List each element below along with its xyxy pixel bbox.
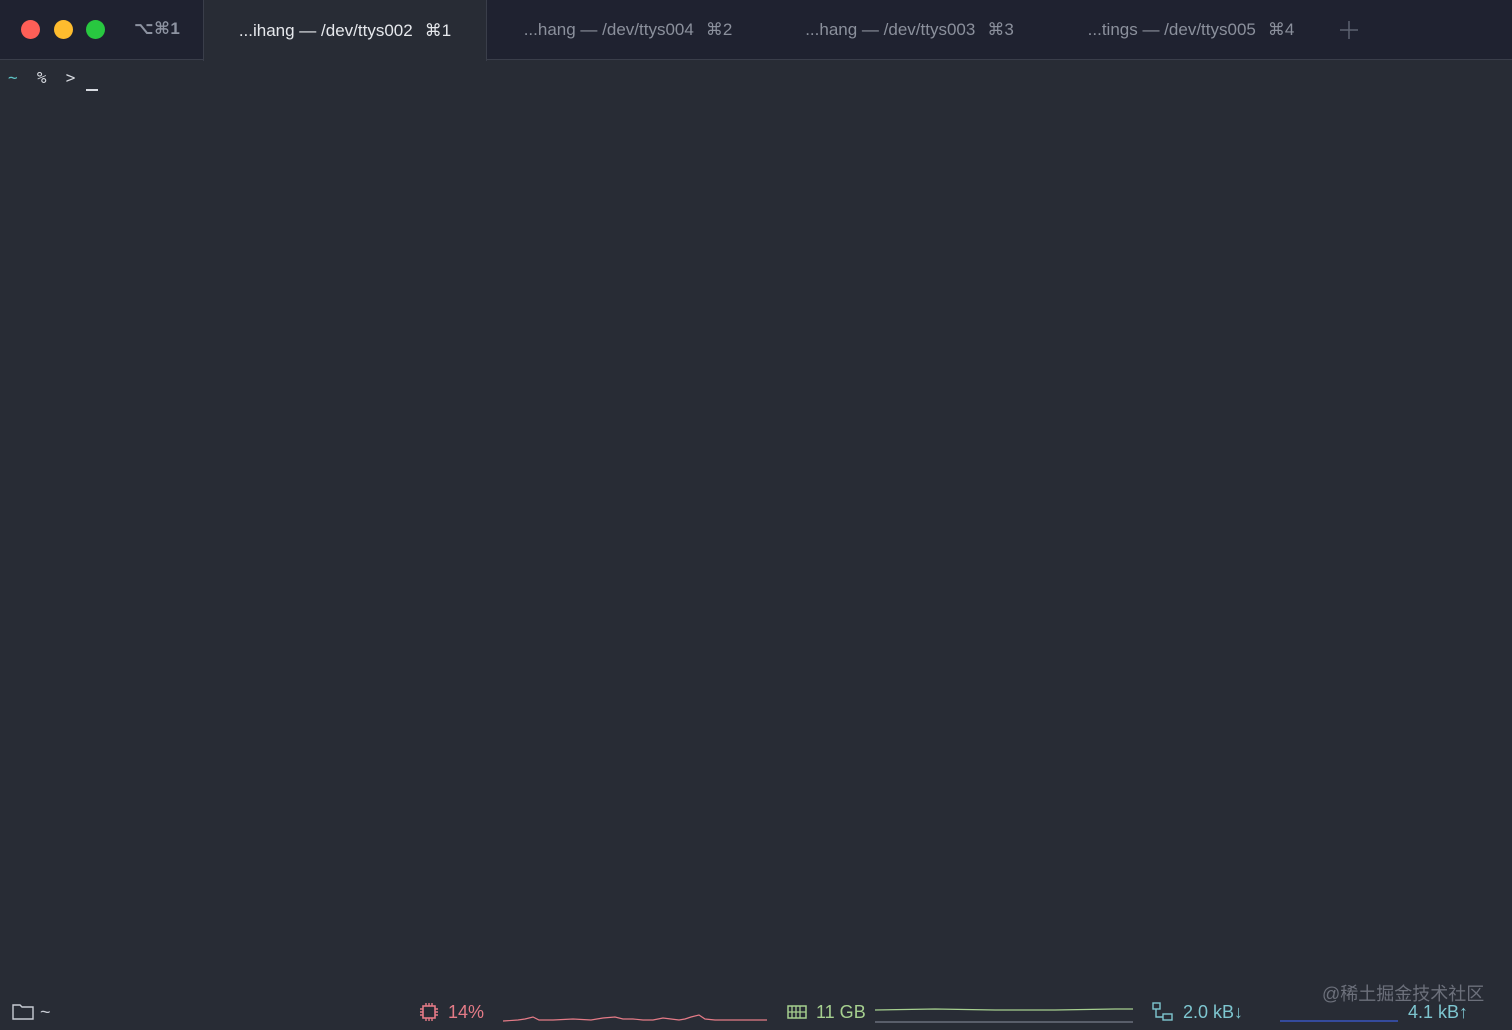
tab-label: ...hang — /dev/ttys003 (805, 20, 976, 39)
minimize-button[interactable] (54, 20, 73, 39)
watermark: @稀土掘金技术社区 (1322, 984, 1485, 1004)
prompt-cwd: ~ (8, 68, 18, 87)
tab-4[interactable]: ...tings — /dev/ttys005 ⌘4 (1050, 0, 1332, 60)
terminal-cursor (86, 89, 98, 91)
memory-indicator: 11 GB (786, 994, 866, 1030)
tab-label: ...tings — /dev/ttys005 (1087, 20, 1256, 39)
tab-shortcut: ⌘2 (705, 20, 733, 39)
plus-icon (1340, 21, 1358, 39)
cpu-indicator: 14% (418, 994, 484, 1030)
tab-3[interactable]: ...hang — /dev/ttys003 ⌘3 (769, 0, 1050, 60)
tab-label: ...ihang — /dev/ttys002 (238, 20, 413, 40)
memory-icon (787, 1005, 807, 1019)
memory-sparkline (875, 1008, 1133, 1023)
network-icon (1152, 1002, 1173, 1021)
status-bar: 14% 11 GB 2.0 kB↓ 4.1 kB↑ (0, 994, 1512, 1030)
memory-value: 11 GB (816, 1001, 866, 1022)
network-indicator: 2.0 kB↓ (1151, 994, 1243, 1030)
prompt-symbol: % > (36, 68, 76, 87)
maximize-button[interactable] (86, 20, 105, 39)
tab-shortcut: ⌘3 (987, 20, 1014, 39)
network-sparkline (1280, 1020, 1398, 1022)
tab-1[interactable]: ...ihang — /dev/ttys002 ⌘1 (203, 0, 487, 61)
tab-shortcut: ⌘1 (424, 20, 452, 40)
tab-2[interactable]: ...hang — /dev/ttys004 ⌘2 (487, 0, 769, 60)
tab-label: ...hang — /dev/ttys004 (523, 20, 694, 39)
new-tab-button[interactable] (1336, 16, 1362, 44)
close-button[interactable] (21, 20, 40, 39)
network-down: 2.0 kB↓ (1183, 1001, 1244, 1022)
cpu-sparkline (503, 1014, 767, 1022)
window-shortcut: ⌥⌘1 (134, 19, 181, 38)
tab-shortcut: ⌘4 (1267, 20, 1295, 39)
title-bar: ⌥⌘1 ...ihang — /dev/ttys002 ⌘1 ...hang —… (0, 0, 1512, 61)
terminal-prompt: ~ % > (8, 68, 75, 87)
cpu-value: 14% (448, 1001, 485, 1022)
cpu-icon (420, 1003, 438, 1021)
